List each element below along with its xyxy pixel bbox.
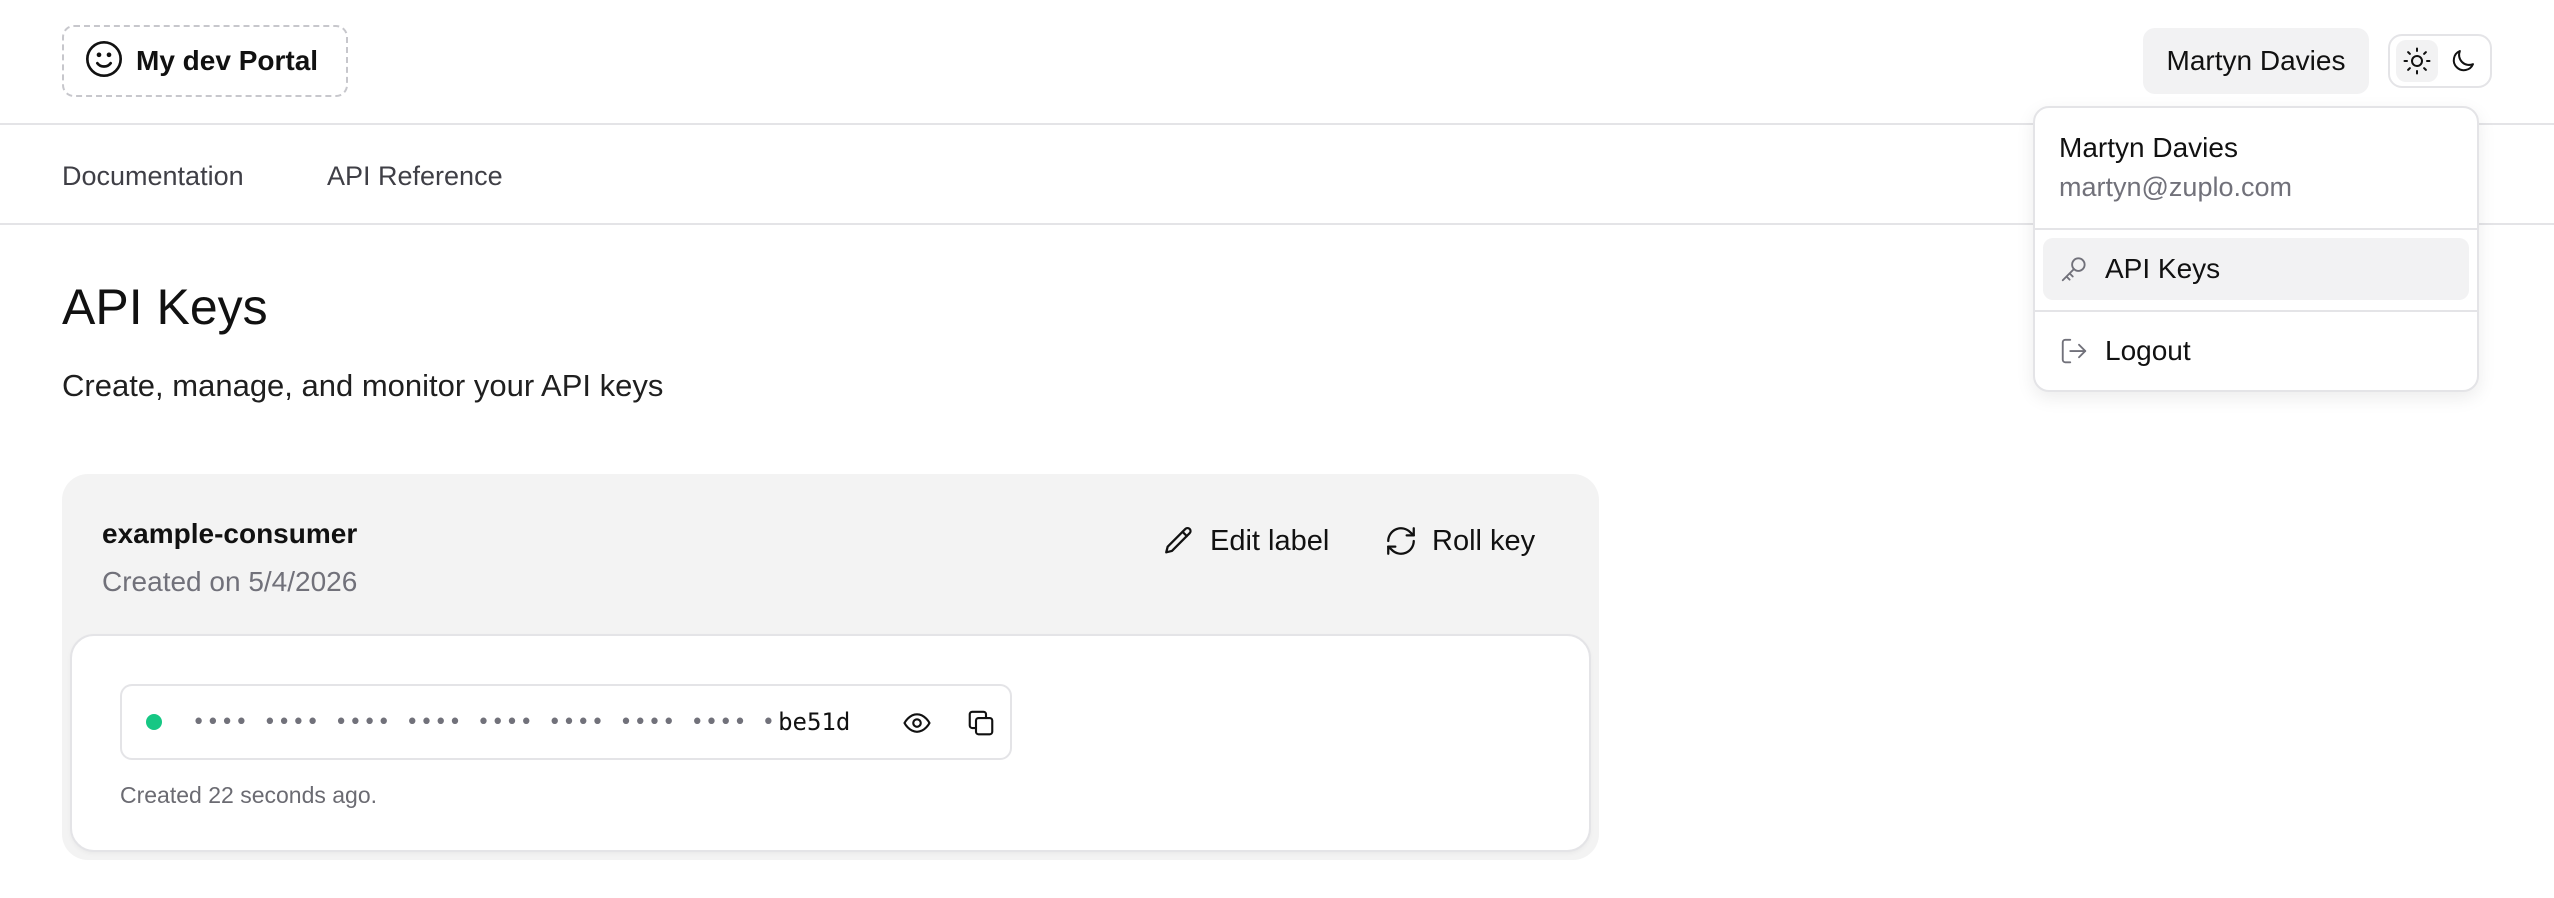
light-theme-button[interactable] bbox=[2396, 40, 2438, 82]
dropdown-item-label: Logout bbox=[2105, 335, 2191, 366]
roll-key-button[interactable]: Roll key bbox=[1384, 524, 1535, 558]
key-details-panel: •••• •••• •••• •••• •••• •••• •••• •••• … bbox=[70, 634, 1591, 852]
api-key-field: •••• •••• •••• •••• •••• •••• •••• •••• … bbox=[120, 684, 1012, 760]
consumer-name: example-consumer bbox=[102, 518, 358, 549]
roll-key-text: Roll key bbox=[1432, 524, 1536, 557]
dropdown-user-name: Martyn Davies bbox=[2059, 132, 2238, 163]
page-title: API Keys bbox=[62, 279, 268, 335]
api-key-card: example-consumer Created on 5/4/2026 Edi… bbox=[62, 474, 1599, 860]
key-created-time: Created 22 seconds ago. bbox=[120, 782, 378, 808]
page-subtitle: Create, manage, and monitor your API key… bbox=[62, 368, 664, 403]
moon-icon bbox=[2452, 50, 2474, 72]
dark-theme-button[interactable] bbox=[2442, 40, 2484, 82]
dropdown-user-email: martyn@zuplo.com bbox=[2059, 172, 2292, 202]
copy-key-button[interactable] bbox=[962, 704, 1000, 742]
dropdown-divider bbox=[2035, 310, 2477, 312]
smiley-icon bbox=[84, 39, 124, 84]
dropdown-item-label: API Keys bbox=[2105, 253, 2221, 284]
logo-text: My dev Portal bbox=[136, 45, 319, 76]
dropdown-item-logout[interactable]: Logout bbox=[2043, 320, 2469, 382]
copy-icon bbox=[968, 710, 994, 736]
dropdown-divider bbox=[2035, 228, 2477, 230]
key-icon bbox=[2061, 257, 2086, 282]
dropdown-item-api-keys[interactable]: API Keys bbox=[2043, 238, 2469, 300]
user-menu-button[interactable]: Martyn Davies bbox=[2143, 28, 2369, 94]
sun-icon bbox=[2403, 47, 2431, 75]
refresh-icon bbox=[1387, 527, 1415, 555]
key-suffix: be51d bbox=[778, 708, 851, 736]
logout-icon bbox=[2061, 338, 2087, 364]
edit-label-text: Edit label bbox=[1210, 524, 1330, 557]
logo-link[interactable]: My dev Portal bbox=[62, 25, 348, 97]
key-masked-value: •••• •••• •••• •••• •••• •••• •••• •••• … bbox=[192, 709, 777, 735]
nav-item-api-reference[interactable]: API Reference bbox=[327, 161, 503, 192]
consumer-created-date: Created on 5/4/2026 bbox=[102, 566, 358, 597]
edit-label-button[interactable]: Edit label bbox=[1162, 524, 1329, 558]
reveal-key-button[interactable] bbox=[898, 704, 936, 742]
user-dropdown-menu: Martyn Davies martyn@zuplo.com API Keys … bbox=[2033, 106, 2479, 392]
eye-icon bbox=[903, 713, 931, 733]
pencil-icon bbox=[1165, 526, 1192, 554]
nav-item-documentation[interactable]: Documentation bbox=[62, 161, 244, 192]
key-status-dot bbox=[146, 714, 162, 730]
theme-toggle[interactable] bbox=[2388, 34, 2492, 88]
